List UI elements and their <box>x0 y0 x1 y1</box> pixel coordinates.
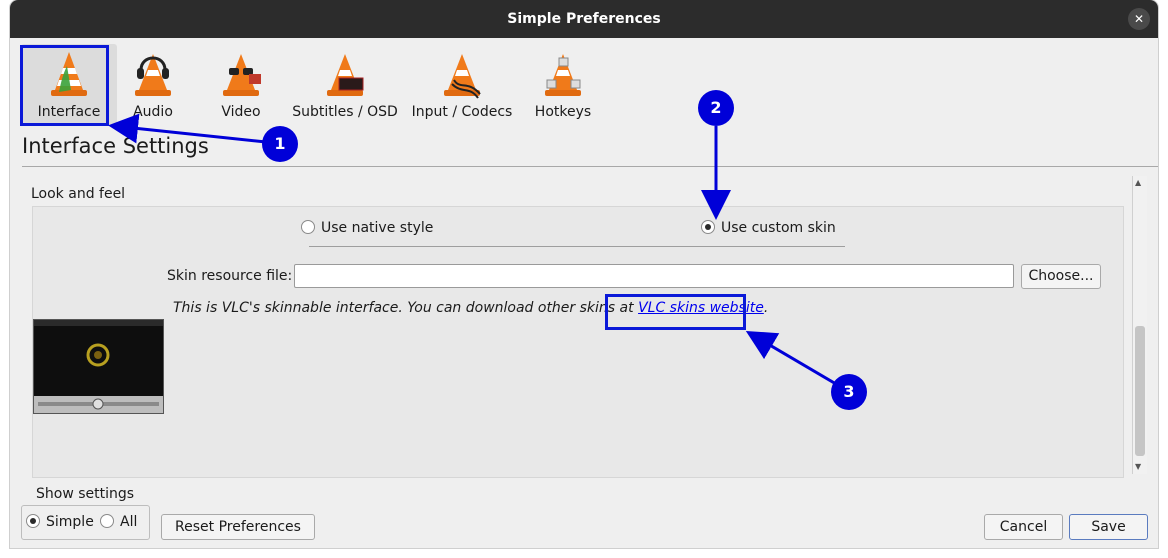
category-label: Subtitles / OSD <box>292 104 398 120</box>
category-video[interactable]: Video <box>206 44 276 126</box>
annotation-marker-3: 3 <box>831 374 867 410</box>
radio-divider <box>309 246 845 247</box>
category-label: Input / Codecs <box>411 104 513 120</box>
audio-cone-headphones-icon <box>135 54 171 96</box>
radio-checked-icon <box>26 514 40 528</box>
skins-info-suffix: . <box>763 300 769 316</box>
annotation-marker-1: 1 <box>262 126 298 162</box>
input-codecs-cone-icon <box>444 54 481 99</box>
scrollbar-thumb[interactable] <box>1135 326 1145 456</box>
simple-label: Simple <box>46 514 94 530</box>
custom-skin-radio[interactable]: Use custom skin <box>701 220 836 236</box>
subtitles-cone-icon <box>327 54 364 96</box>
radio-unchecked-icon <box>301 220 315 234</box>
section-label: Look and feel <box>31 186 126 202</box>
native-style-radio[interactable]: Use native style <box>301 220 433 236</box>
category-audio[interactable]: Audio <box>118 44 188 126</box>
annotation-marker-2: 2 <box>698 90 734 126</box>
reset-preferences-button[interactable]: Reset Preferences <box>161 514 315 540</box>
simple-radio[interactable]: Simple <box>26 514 94 530</box>
video-cone-glasses-icon <box>223 54 261 96</box>
show-settings-group: Simple All <box>21 505 150 540</box>
skins-info-prefix: This is VLC's skinnable interface. You c… <box>173 300 634 316</box>
skin-file-input[interactable] <box>294 264 1014 288</box>
all-label: All <box>120 514 138 530</box>
skin-preview-image <box>33 319 164 414</box>
close-icon[interactable]: ✕ <box>1128 8 1150 30</box>
radio-unchecked-icon <box>100 514 114 528</box>
choose-button[interactable]: Choose... <box>1021 264 1101 289</box>
window-title: Simple Preferences <box>507 11 661 27</box>
settings-panel: Look and feel Use native style Use custo… <box>22 176 1144 478</box>
radio-checked-icon <box>701 220 715 234</box>
preferences-window: Simple Preferences ✕ Interface Audio Vid… <box>10 0 1158 548</box>
page-heading: Interface Settings <box>22 134 209 158</box>
look-and-feel-group: Use native style Use custom skin Skin re… <box>32 206 1124 478</box>
scroll-up-icon[interactable]: ▲ <box>1135 178 1141 187</box>
save-button[interactable]: Save <box>1069 514 1148 540</box>
skin-preview-graphic <box>34 320 163 413</box>
highlight-skins-link <box>605 294 746 330</box>
highlight-interface-category <box>20 45 109 126</box>
heading-divider <box>22 166 1158 167</box>
custom-skin-label: Use custom skin <box>721 220 836 236</box>
title-bar: Simple Preferences ✕ <box>10 0 1158 38</box>
cancel-button[interactable]: Cancel <box>984 514 1063 540</box>
category-hotkeys[interactable]: Hotkeys <box>528 44 598 126</box>
category-label: Audio <box>133 104 173 120</box>
settings-scrollbar[interactable]: ▲ ▼ <box>1132 176 1147 474</box>
show-settings-label: Show settings <box>36 486 135 502</box>
all-radio[interactable]: All <box>100 514 137 530</box>
skin-file-label: Skin resource file: <box>167 268 293 284</box>
hotkeys-cone-icon <box>545 54 581 96</box>
category-subtitles-osd[interactable]: Subtitles / OSD <box>290 44 400 126</box>
category-input-codecs[interactable]: Input / Codecs <box>410 44 514 126</box>
category-label: Video <box>221 104 261 120</box>
category-label: Hotkeys <box>534 104 592 120</box>
native-style-label: Use native style <box>321 220 434 236</box>
scroll-down-icon[interactable]: ▼ <box>1135 462 1141 471</box>
